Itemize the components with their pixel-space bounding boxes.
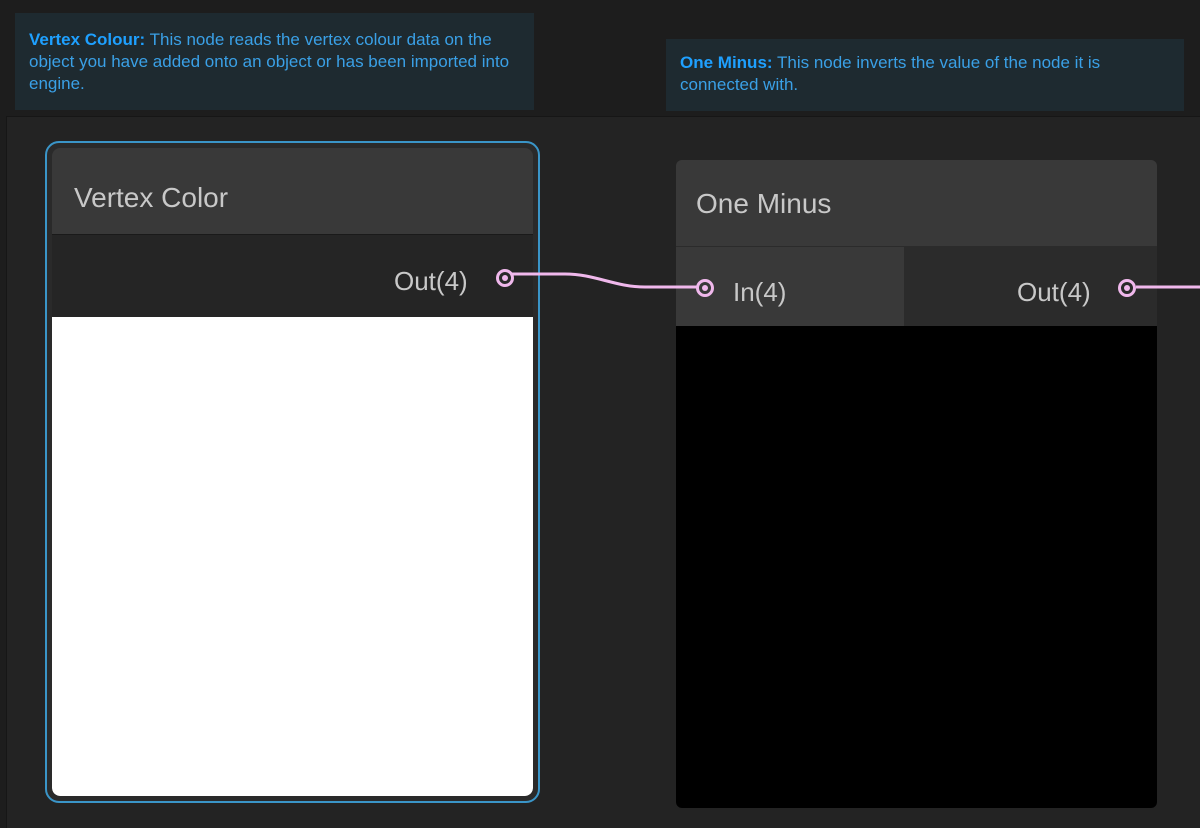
edge-connections	[511, 272, 1200, 289]
edge-vertex-to-oneminus[interactable]	[511, 272, 697, 289]
